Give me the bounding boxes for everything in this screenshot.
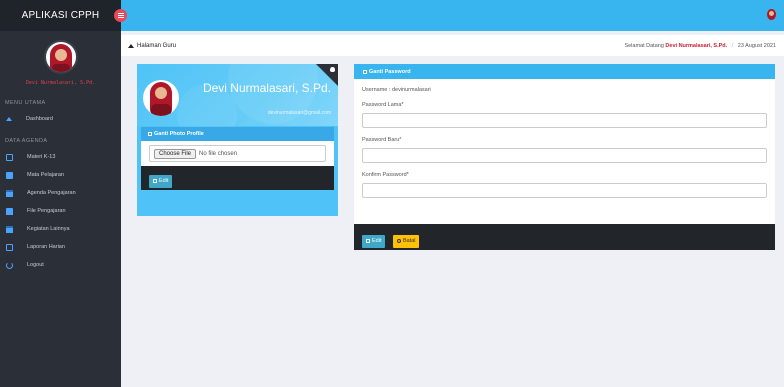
old-password-field[interactable]	[362, 113, 767, 128]
button-label: Edit	[159, 178, 169, 184]
new-password-label: Password Baru*	[362, 137, 402, 143]
edit-icon	[148, 132, 152, 136]
choose-file-button[interactable]: Choose File	[154, 148, 197, 159]
brand-header: APLIKASI CPPH	[0, 0, 121, 31]
button-label: Batal	[402, 238, 416, 244]
welcome-text: Selamat Datang Devi Nurmalasari, S.Pd. /…	[624, 43, 776, 49]
password-card: Ganti Password Username : devinurmalasar…	[354, 64, 775, 250]
sidebar-item-file-pengajaran[interactable]: File Pengajaran	[0, 202, 121, 220]
photo-edit-button[interactable]: Edit	[149, 174, 173, 188]
profile-name: Devi Nurmalasari, S.Pd.	[202, 81, 331, 95]
sidebar-profile: Devi Nurmalasari, S.Pd.	[0, 31, 121, 86]
home-icon	[128, 43, 134, 48]
print-icon	[6, 243, 13, 251]
profile-email: devinurmalasari@gmail.com	[267, 110, 331, 116]
password-cancel-button[interactable]: Batal	[392, 234, 420, 248]
current-date: 23 August 2021	[737, 42, 776, 49]
sidebar-item-logout[interactable]: Logout	[0, 256, 121, 274]
breadcrumb-separator: /	[731, 42, 734, 49]
sidebar-item-label: Laporan Harian	[27, 244, 65, 250]
book-icon	[6, 171, 13, 179]
username-display: Username : devinurmalasari	[362, 87, 431, 93]
sidebar-item-label: Dashboard	[26, 116, 53, 122]
sidebar-item-kegiatan-lainnya[interactable]: Kegiatan Lainnya	[0, 220, 121, 238]
confirm-password-label: Konfirm Password*	[362, 172, 409, 178]
profile-card-header: Devi Nurmalasari, S.Pd. devinurmalasari@…	[137, 64, 338, 144]
sidebar-item-label: Logout	[27, 262, 44, 268]
sidebar: APLIKASI CPPH Devi Nurmalasari, S.Pd. ME…	[0, 0, 121, 387]
cancel-icon	[396, 239, 401, 243]
password-section-title: Ganti Password	[369, 68, 411, 75]
welcome-prefix: Selamat Datang	[624, 42, 664, 49]
sidebar-item-label: Agenda Pengajaran	[27, 190, 76, 196]
profile-card: Devi Nurmalasari, S.Pd. devinurmalasari@…	[137, 64, 338, 216]
sidebar-item-materi[interactable]: Materi K-13	[0, 148, 121, 166]
sidebar-username: Devi Nurmalasari, S.Pd.	[25, 80, 96, 86]
password-card-footer: Edit Batal	[354, 224, 775, 250]
sidebar-item-label: Kegiatan Lainnya	[27, 226, 70, 232]
file-status: No file chosen	[199, 150, 238, 157]
folder-open-icon	[6, 207, 13, 215]
sidebar-item-label: File Pengajaran	[27, 208, 66, 214]
home-icon	[6, 117, 12, 121]
button-label: Edit	[372, 238, 382, 244]
password-edit-button[interactable]: Edit	[362, 234, 386, 248]
breadcrumb: Halaman Guru	[128, 43, 176, 49]
photo-section-header: Ganti Photo Profile	[141, 127, 334, 141]
photo-card-footer: Edit	[141, 166, 334, 190]
photo-section-title: Ganti Photo Profile	[154, 131, 204, 137]
confirm-password-field[interactable]	[362, 183, 767, 198]
edit-icon	[363, 69, 367, 74]
calendar-icon	[6, 189, 13, 197]
app-title: APLIKASI CPPH	[21, 10, 100, 21]
sidebar-item-label: Materi K-13	[27, 154, 56, 160]
welcome-name: Devi Nurmalasari, S.Pd.	[665, 42, 728, 49]
sidebar-item-agenda-pengajaran[interactable]: Agenda Pengajaran	[0, 184, 121, 202]
photo-upload-body: Choose File No file chosen	[141, 141, 334, 166]
page-title: Halaman Guru	[137, 42, 177, 49]
sidebar-item-label: Mata Pelajaran	[27, 172, 64, 178]
user-icon	[330, 67, 335, 72]
profile-avatar	[143, 80, 179, 116]
menu-toggle-button[interactable]	[114, 9, 127, 22]
power-icon	[6, 261, 13, 269]
breadcrumb-bar: Halaman Guru Selamat Datang Devi Nurmala…	[121, 35, 784, 56]
sidebar-item-mata-pelajaran[interactable]: Mata Pelajaran	[0, 166, 121, 184]
calendar-icon	[6, 225, 13, 233]
sidebar-item-dashboard[interactable]: Dashboard	[0, 110, 121, 128]
edit-icon	[153, 179, 157, 183]
edit-icon	[366, 239, 370, 243]
photo-file-input[interactable]: Choose File No file chosen	[149, 145, 326, 162]
section-menu-utama: MENU UTAMA	[5, 100, 46, 106]
sidebar-avatar	[43, 40, 78, 74]
section-data-agenda: DATA AGENDA	[5, 138, 48, 144]
password-form: Username : devinurmalasari Password Lama…	[354, 79, 775, 207]
password-section-header: Ganti Password	[354, 64, 775, 79]
folder-icon	[6, 153, 13, 161]
topbar	[114, 0, 784, 31]
hamburger-icon	[117, 15, 124, 16]
sidebar-item-laporan-harian[interactable]: Laporan Harian	[0, 238, 121, 256]
user-avatar-button[interactable]	[766, 9, 777, 22]
new-password-field[interactable]	[362, 148, 767, 163]
old-password-label: Password Lama*	[362, 102, 404, 108]
